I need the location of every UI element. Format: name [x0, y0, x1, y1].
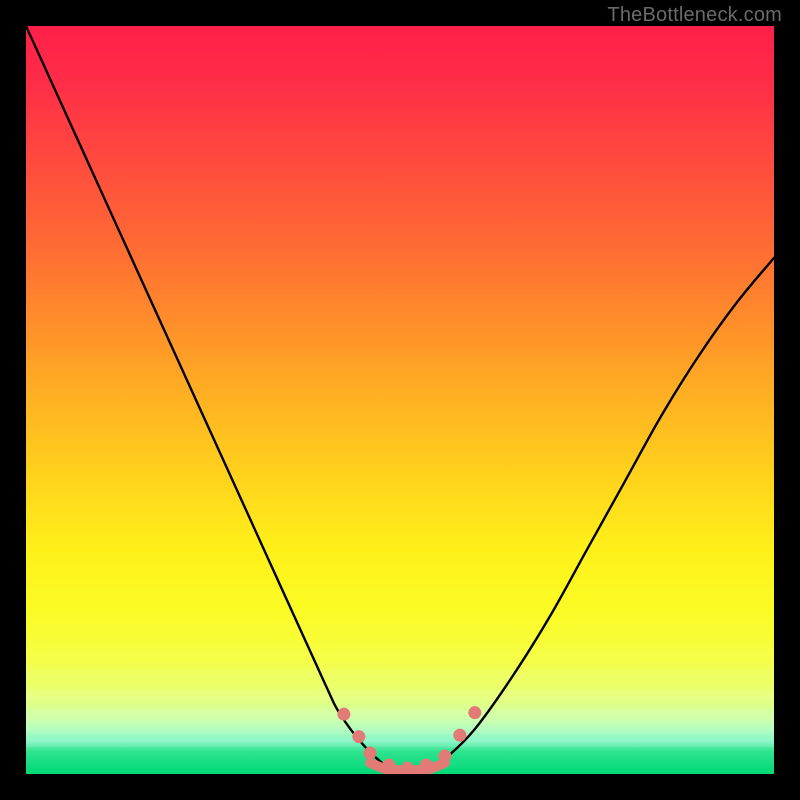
data-marker [382, 759, 395, 772]
plot-area [26, 26, 774, 774]
watermark-text: TheBottleneck.com [607, 4, 782, 27]
data-marker [364, 747, 377, 760]
left-curve [26, 26, 400, 770]
data-marker [468, 706, 481, 719]
data-marker [352, 730, 365, 743]
data-marker [337, 708, 350, 721]
data-marker [420, 759, 433, 772]
chart-frame: TheBottleneck.com [0, 0, 800, 800]
curve-layer [26, 26, 774, 774]
right-curve [430, 258, 774, 770]
data-marker [453, 729, 466, 742]
data-marker [438, 750, 451, 763]
data-marker [401, 762, 414, 774]
